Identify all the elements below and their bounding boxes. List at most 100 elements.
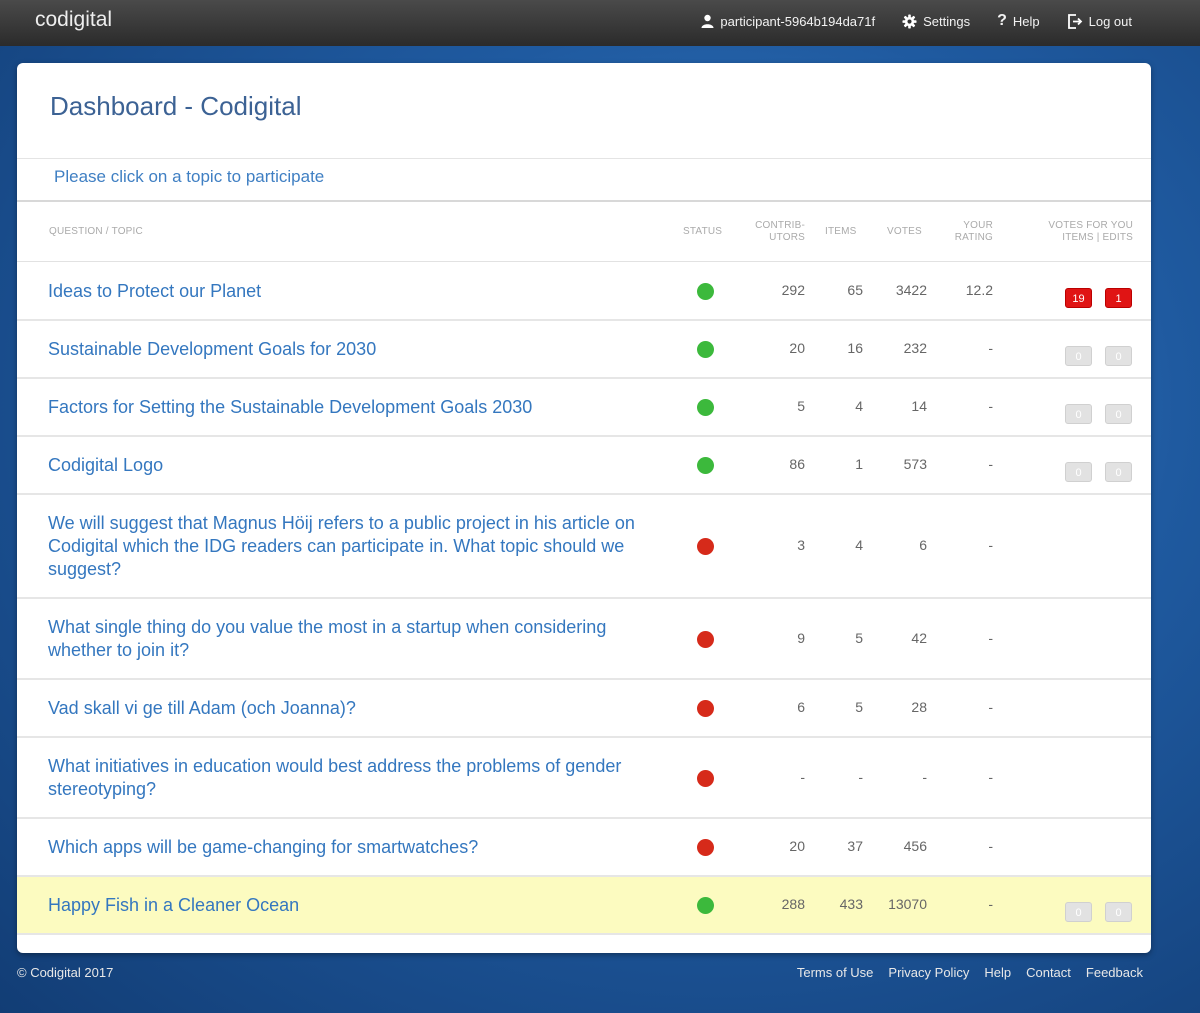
header-votes: VOTES <box>887 226 922 237</box>
user-icon <box>701 14 714 28</box>
items-count: 4 <box>855 537 863 553</box>
topic-link[interactable]: Sustainable Development Goals for 2030 <box>48 338 668 361</box>
user-name: participant-5964b194da71f <box>720 13 876 29</box>
contributors-count: 292 <box>781 282 805 298</box>
status-dot <box>697 283 714 300</box>
status-dot <box>697 341 714 358</box>
contributors-count: 86 <box>789 456 805 472</box>
help-link[interactable]: ? Help <box>997 12 1040 30</box>
items-count: 37 <box>847 838 863 854</box>
logout-label: Log out <box>1088 13 1132 29</box>
table-row[interactable]: What initiatives in education would best… <box>17 738 1151 819</box>
rating-value: - <box>988 456 993 472</box>
table-row[interactable]: Ideas to Protect our Planet 292 65 3422 12.2… <box>17 263 1151 321</box>
contributors-count: 20 <box>789 838 805 854</box>
contributors-count: 20 <box>789 340 805 356</box>
user-menu[interactable]: participant-5964b194da71f <box>701 14 875 29</box>
votes-count: 42 <box>911 629 927 646</box>
items-count: 4 <box>855 398 863 414</box>
status-dot <box>697 399 714 416</box>
footer-links: Terms of Use Privacy Policy Help Contact Fee… <box>782 965 1143 980</box>
table-row[interactable]: Factors for Setting the Sustainable Deve… <box>17 379 1151 437</box>
topic-link[interactable]: Vad skall vi ge till Adam (och Joanna)? <box>48 697 668 720</box>
items-count: - <box>858 768 863 785</box>
topic-link[interactable]: Happy Fish in a Cleaner Ocean <box>48 894 668 917</box>
status-dot <box>697 769 714 787</box>
rating-value: - <box>988 398 993 414</box>
status-dot <box>697 839 714 856</box>
footer-link[interactable]: Privacy Policy <box>888 965 969 980</box>
table-row[interactable]: What single thing do you value the most … <box>17 599 1151 680</box>
table-row[interactable]: Vad skall vi ge till Adam (och Joanna)? 6… <box>17 680 1151 738</box>
items-count: 5 <box>855 699 863 715</box>
contributors-count: 288 <box>781 896 805 912</box>
rating-value: - <box>988 340 993 356</box>
items-count: 65 <box>847 282 863 298</box>
votes-count: 3422 <box>895 282 927 298</box>
top-nav: participant-5964b194da71f Settings ? Hel… <box>674 12 1132 30</box>
table-row[interactable]: Codigital Logo 86 1 573 - 0 0 <box>17 437 1151 495</box>
status-dot <box>697 897 714 914</box>
table-row[interactable]: We will suggest that Magnus Höij refers … <box>17 495 1151 599</box>
divider <box>17 158 1151 159</box>
contributors-count: 5 <box>797 398 805 414</box>
table-row[interactable]: Sustainable Development Goals for 2030 20… <box>17 321 1151 379</box>
items-count: 433 <box>839 896 863 912</box>
topic-link[interactable]: Ideas to Protect our Planet <box>48 280 668 303</box>
gear-icon <box>902 13 917 29</box>
votes-edits-badge: 0 <box>1105 902 1132 922</box>
settings-link[interactable]: Settings <box>902 14 970 29</box>
dashboard-panel: Dashboard - Codigital Please click on a … <box>17 63 1151 953</box>
votes-count: 456 <box>903 838 927 854</box>
rating-value: 12.2 <box>965 282 993 298</box>
question-icon: ? <box>997 12 1007 29</box>
topic-link[interactable]: What initiatives in education would best… <box>48 755 668 801</box>
votes-count: - <box>922 768 927 785</box>
header-votes-for-you: VOTES FOR YOU ITEMS | EDITS <box>1048 220 1133 243</box>
page-title: Dashboard - Codigital <box>50 91 302 121</box>
settings-label: Settings <box>923 13 971 29</box>
rating-value: - <box>988 537 993 553</box>
topic-link[interactable]: Codigital Logo <box>48 454 668 477</box>
header-topic: QUESTION / TOPIC <box>49 226 143 237</box>
votes-items-badge: 0 <box>1065 404 1092 424</box>
header-rating: YOUR RATING <box>954 220 993 243</box>
status-dot <box>697 630 714 648</box>
table-row[interactable]: Happy Fish in a Cleaner Ocean 288 433 13070… <box>17 877 1151 935</box>
votes-count: 573 <box>903 456 927 472</box>
votes-items-badge: 0 <box>1065 462 1092 482</box>
table-row[interactable]: Which apps will be game-changing for sma… <box>17 819 1151 877</box>
votes-edits-badge: 0 <box>1105 462 1132 482</box>
votes-items-badge: 19 <box>1065 288 1092 308</box>
rating-value: - <box>988 896 993 912</box>
brand-logo[interactable]: codigital <box>35 8 112 32</box>
items-count: 5 <box>855 629 863 646</box>
items-count: 1 <box>855 456 863 472</box>
rating-value: - <box>988 699 993 715</box>
topic-link[interactable]: Factors for Setting the Sustainable Deve… <box>48 396 668 419</box>
contributors-count: - <box>800 768 805 785</box>
votes-edits-badge: 1 <box>1105 288 1132 308</box>
footer-link[interactable]: Contact <box>1026 965 1071 980</box>
instruction-text: Please click on a topic to participate <box>54 167 325 186</box>
votes-count: 28 <box>911 699 927 715</box>
rating-value: - <box>988 629 993 646</box>
copyright: © Codigital 2017 <box>17 965 114 980</box>
header-status: STATUS <box>683 226 723 237</box>
help-label: Help <box>1012 13 1040 29</box>
votes-count: 6 <box>919 537 927 553</box>
votes-items-badge: 0 <box>1065 346 1092 366</box>
rating-value: - <box>988 768 993 785</box>
status-dot <box>697 700 714 717</box>
topic-link[interactable]: We will suggest that Magnus Höij refers … <box>48 512 668 581</box>
topic-table: Ideas to Protect our Planet 292 65 3422 12.2… <box>17 263 1151 935</box>
contributors-count: 6 <box>797 699 805 715</box>
header-items: ITEMS <box>825 226 857 237</box>
topic-link[interactable]: Which apps will be game-changing for sma… <box>48 836 668 859</box>
logout-link[interactable]: Log out <box>1067 14 1132 29</box>
footer-link[interactable]: Help <box>984 965 1011 980</box>
topic-link[interactable]: What single thing do you value the most … <box>48 616 668 662</box>
footer-link[interactable]: Feedback <box>1086 965 1143 980</box>
rating-value: - <box>988 838 993 854</box>
footer-link[interactable]: Terms of Use <box>797 965 874 980</box>
